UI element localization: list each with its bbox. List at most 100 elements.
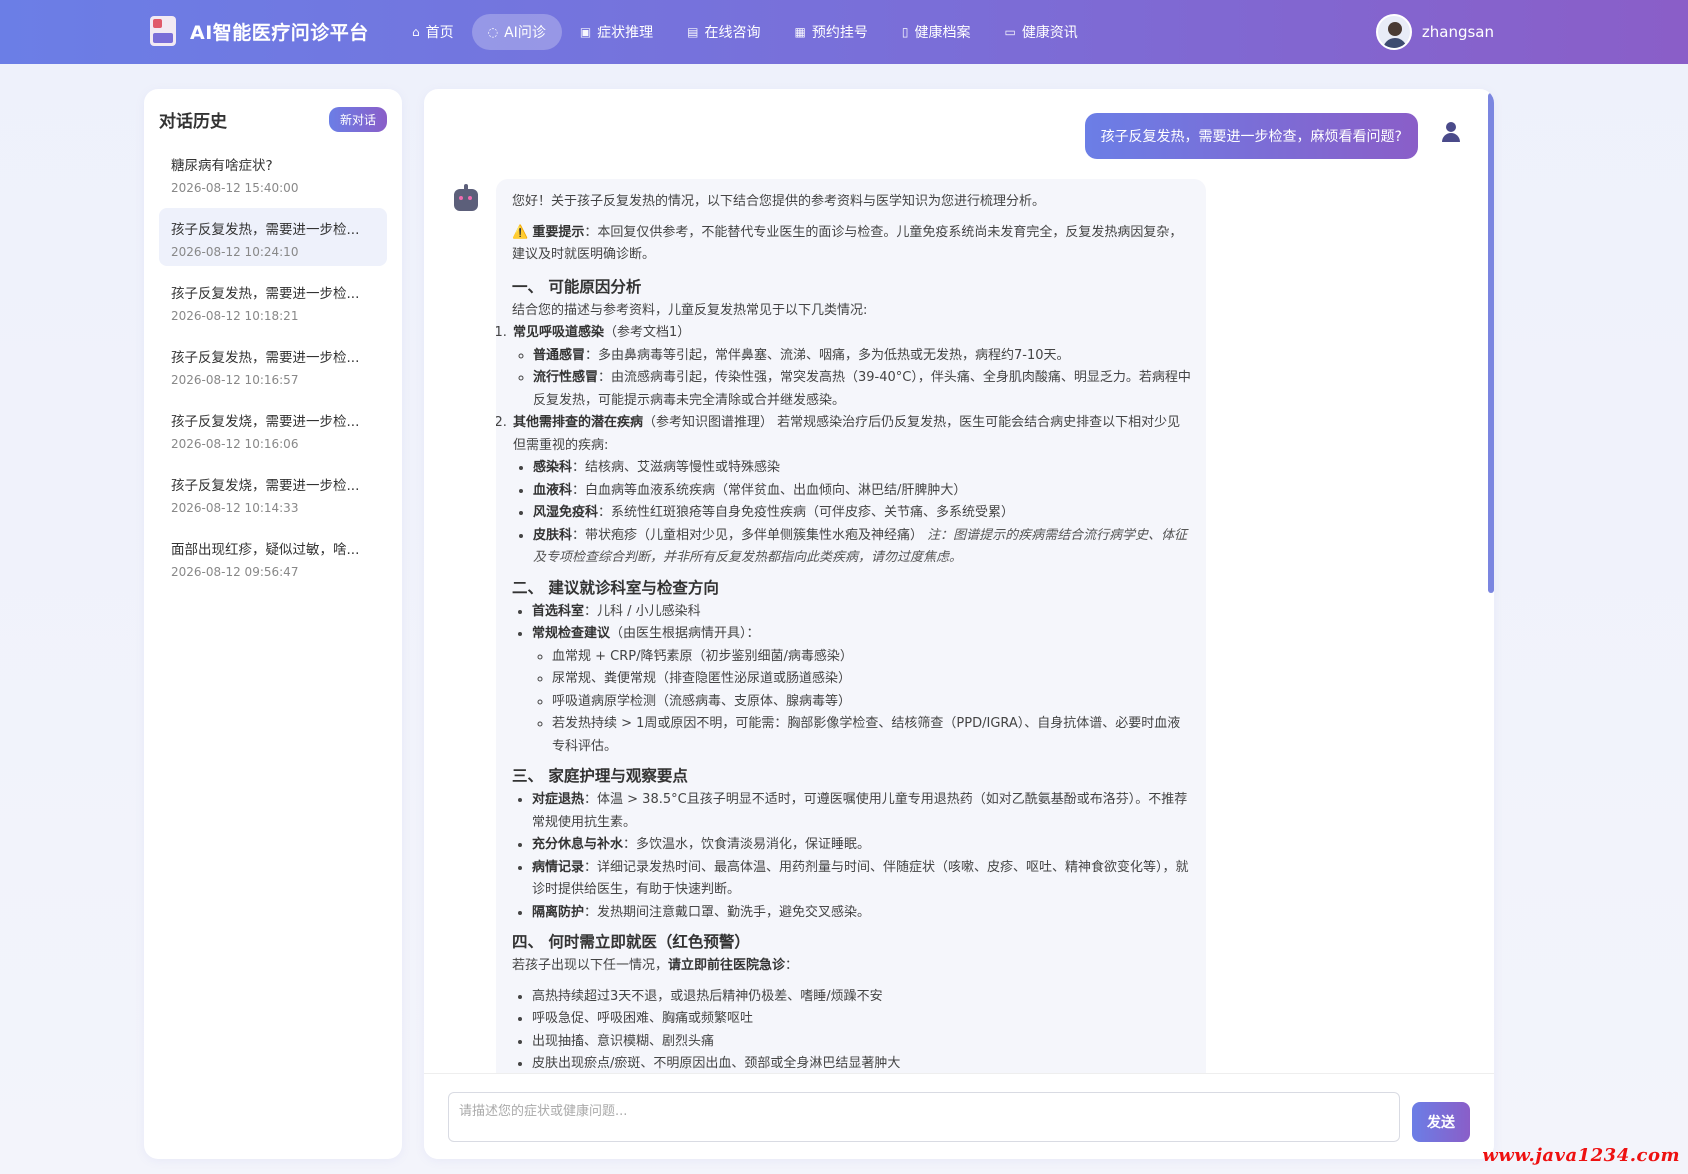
- item-label: 感染科: [533, 460, 573, 475]
- nav-item-health-records[interactable]: ▯ 健康档案: [886, 14, 987, 50]
- section-heading: 四、 何时需立即就医（红色预警）: [512, 933, 750, 951]
- section-heading: 二、 建议就诊科室与检查方向: [512, 578, 719, 597]
- warning-note: ⚠️ 重要提示：本回复仅供参考，不能替代专业医生的面诊与检查。儿童免疫系统尚未发…: [512, 222, 1192, 267]
- top-navbar: AI智能医疗问诊平台 ⌂ 首页 ◌ AI问诊 ▣ 症状推理 ▤ 在线咨询 ▦ 预…: [0, 0, 1688, 64]
- user-message-bubble: 孩子反复发热，需要进一步检查，麻烦看看问题?: [1084, 113, 1418, 159]
- item-text: （由医生根据病情开具）：: [610, 626, 760, 641]
- history-item-title: 孩子反复发烧，需要进一步检...: [171, 414, 360, 430]
- brand[interactable]: AI智能医疗问诊平台: [150, 16, 369, 46]
- history-item-title: 孩子反复发烧，需要进一步检...: [171, 478, 360, 494]
- nav-item-ai-consult[interactable]: ◌ AI问诊: [471, 14, 562, 50]
- history-item-time: 2026-08-12 10:18:21: [171, 309, 299, 323]
- file-icon: ▯: [901, 25, 909, 39]
- item-label: 请立即前往医院急诊: [668, 958, 786, 973]
- calendar-icon: ▦: [794, 25, 806, 39]
- item-label: 流行性感冒: [533, 370, 599, 385]
- list-item: 病情记录：详细记录发热时间、最高体温、用药剂量与时间、伴随症状（咳嗽、皮疹、呕吐…: [532, 857, 1192, 902]
- nav-item-symptom-reasoning[interactable]: ▣ 症状推理: [564, 14, 669, 50]
- item-label: 普通感冒: [533, 347, 586, 363]
- document-icon: ▤: [687, 25, 699, 39]
- warning-list: 高热持续超过3天不退，或退热后精神仍极差、嗜睡/烦躁不安 呼吸急促、呼吸困难、胸…: [512, 986, 1192, 1076]
- sub-list: 血常规 + CRP/降钙素原（初步鉴别细菌/病毒感染） 尿常规、粪便常规（排查隐…: [532, 646, 1192, 759]
- item-label: 充分休息与补水: [532, 837, 624, 852]
- nav-item-label: 在线咨询: [704, 25, 761, 41]
- history-item[interactable]: 孩子反复发烧，需要进一步检... 2026-08-12 10:14:33: [159, 464, 387, 522]
- list-item: 常规检查建议（由医生根据病情开具）： 血常规 + CRP/降钙素原（初步鉴别细菌…: [532, 623, 1192, 758]
- item-label: 常见呼吸道感染: [513, 325, 605, 340]
- scrollbar-thumb[interactable]: [1488, 93, 1494, 593]
- item-label: 隔离防护: [532, 904, 585, 920]
- brand-title: AI智能医疗问诊平台: [190, 21, 369, 44]
- list-item: 感染科：结核病、艾滋病等慢性或特殊感染: [533, 457, 1192, 480]
- chat-icon: ◌: [487, 25, 499, 39]
- history-item-title: 糖尿病有啥症状?: [171, 158, 273, 174]
- list-item: 风湿免疫科：系统性红斑狼疮等自身免疫性疾病（可伴皮疹、关节痛、多系统受累）: [533, 502, 1192, 525]
- item-text: ：发热期间注意戴口罩、勤洗手，避免交叉感染。: [584, 904, 871, 920]
- history-item[interactable]: 孩子反复发热，需要进一步检... 2026-08-12 10:18:21: [159, 272, 387, 330]
- list-item: 呼吸急促、呼吸困难、胸痛或频繁呕吐: [532, 1008, 1192, 1031]
- send-button[interactable]: 发送: [1412, 1102, 1470, 1142]
- history-item[interactable]: 糖尿病有啥症状? 2026-08-12 15:40:00: [159, 144, 387, 202]
- history-item-title: 孩子反复发热，需要进一步检...: [171, 286, 360, 302]
- cause-list: 常见呼吸道感染（参考文档1） 普通感冒：多由鼻病毒等引起，常伴鼻塞、流涕、咽痛，…: [497, 322, 1192, 570]
- username: zhangsan: [1421, 23, 1494, 41]
- history-sidebar: 对话历史 新对话 糖尿病有啥症状? 2026-08-12 15:40:00 孩子…: [144, 89, 402, 1159]
- user-avatar-icon: [1440, 121, 1462, 143]
- nav-item-label: 首页: [425, 25, 454, 41]
- section-intro: 结合您的描述与参考资料，儿童反复发热常见于以下几类情况:: [512, 302, 868, 318]
- department-list: 首选科室：儿科 / 小儿感染科 常规检查建议（由医生根据病情开具）： 血常规 +…: [512, 601, 1192, 759]
- item-text: ：多由鼻病毒等引起，常伴鼻塞、流涕、咽痛，多为低热或无发热，病程约7-10天。: [585, 347, 1070, 363]
- item-label: 皮肤科: [533, 527, 573, 543]
- item-text: ：儿科 / 小儿感染科: [584, 603, 701, 619]
- user-menu[interactable]: zhangsan: [1375, 14, 1494, 50]
- list-item: 皮肤科：带状疱疹（儿童相对少见，多伴单侧簇集性水疱及神经痛） 注：图谱提示的疾病…: [533, 525, 1192, 570]
- history-item-title: 孩子反复发热，需要进一步检...: [171, 222, 360, 238]
- chat-scrollbar[interactable]: [1488, 93, 1494, 1093]
- sub-list: 感染科：结核病、艾滋病等慢性或特殊感染 血液科：白血病等血液系统疾病（常伴贫血、…: [513, 457, 1192, 570]
- section-heading: 一、 可能原因分析: [512, 277, 642, 296]
- list-item: 呼吸道病原学检测（流感病毒、支原体、腺病毒等）: [552, 691, 1192, 714]
- warning-icon: ⚠️: [512, 224, 529, 240]
- list-item: 血液科：白血病等血液系统疾病（常伴贫血、出血倾向、淋巴结/肝脾肿大）: [533, 480, 1192, 503]
- history-item-time: 2026-08-12 10:14:33: [171, 501, 299, 515]
- sidebar-title: 对话历史: [159, 112, 227, 132]
- new-chat-button[interactable]: 新对话: [328, 107, 387, 132]
- history-item[interactable]: 孩子反复发热，需要进一步检... 2026-08-12 10:24:10: [159, 208, 387, 266]
- nav-item-home[interactable]: ⌂ 首页: [396, 14, 470, 50]
- warning-text: ：本回复仅供参考，不能替代专业医生的面诊与检查。儿童免疫系统尚未发育完全，反复发…: [512, 224, 1183, 263]
- item-label: 首选科室: [532, 603, 585, 619]
- robot-avatar-icon: [454, 184, 478, 211]
- history-item[interactable]: 面部出现红疹，疑似过敏，啥... 2026-08-12 09:56:47: [159, 528, 387, 586]
- section-intro: 若孩子出现以下任一情况，请立即前往医院急诊：: [512, 955, 1192, 978]
- item-text: 若孩子出现以下任一情况，: [512, 958, 669, 973]
- item-text: ：由流感病毒引起，传染性强，常突发高热（39-40°C），伴头痛、全身肌肉酸痛、…: [533, 370, 1191, 408]
- home-icon: ⌂: [412, 25, 420, 39]
- list-item: 高热持续超过3天不退，或退热后精神仍极差、嗜睡/烦躁不安: [532, 986, 1192, 1009]
- item-text: ：详细记录发热时间、最高体温、用药剂量与时间、伴随症状（咳嗽、皮疹、呕吐、精神食…: [532, 859, 1189, 898]
- list-item: 常见呼吸道感染（参考文档1） 普通感冒：多由鼻病毒等引起，常伴鼻塞、流涕、咽痛，…: [511, 322, 1192, 412]
- history-item-time: 2026-08-12 10:24:10: [171, 245, 299, 259]
- nav-item-label: AI问诊: [504, 25, 546, 41]
- nav-item-label: 症状推理: [597, 25, 654, 41]
- site-watermark: www.java1234.com: [1482, 1145, 1680, 1166]
- nav-item-appointment[interactable]: ▦ 预约挂号: [779, 14, 884, 50]
- robot-icon: ▣: [579, 25, 592, 39]
- avatar[interactable]: [1375, 14, 1412, 50]
- nav-item-health-news[interactable]: ▭ 健康资讯: [988, 14, 1093, 50]
- nav-item-online-consult[interactable]: ▤ 在线咨询: [671, 14, 776, 50]
- list-item: 充分休息与补水：多饮温水，饮食清淡易消化，保证睡眠。: [532, 834, 1192, 857]
- user-message-row: 孩子反复发热，需要进一步检查，麻烦看看问题?: [1084, 113, 1418, 159]
- item-label: 对症退热: [532, 792, 585, 807]
- item-text: ：白血病等血液系统疾病（常伴贫血、出血倾向、淋巴结/肝脾肿大）: [572, 482, 967, 498]
- item-text: ：多饮温水，饮食清淡易消化，保证睡眠。: [623, 837, 871, 852]
- message-input[interactable]: [448, 1092, 1400, 1142]
- list-item: 出现抽搐、意识模糊、剧烈头痛: [532, 1031, 1192, 1054]
- book-icon: ▭: [1004, 25, 1016, 39]
- nav-item-label: 健康资讯: [1021, 25, 1078, 41]
- history-item-title: 面部出现红疹，疑似过敏，啥...: [171, 542, 360, 558]
- history-item[interactable]: 孩子反复发烧，需要进一步检... 2026-08-12 10:16:06: [159, 400, 387, 458]
- assistant-intro: 您好！关于孩子反复发热的情况，以下结合您提供的参考资料与医学知识为您进行梳理分析…: [512, 194, 1046, 209]
- history-item[interactable]: 孩子反复发热，需要进一步检... 2026-08-12 10:16:57: [159, 336, 387, 394]
- item-text: ：: [785, 958, 799, 973]
- history-item-time: 2026-08-12 10:16:06: [171, 437, 299, 451]
